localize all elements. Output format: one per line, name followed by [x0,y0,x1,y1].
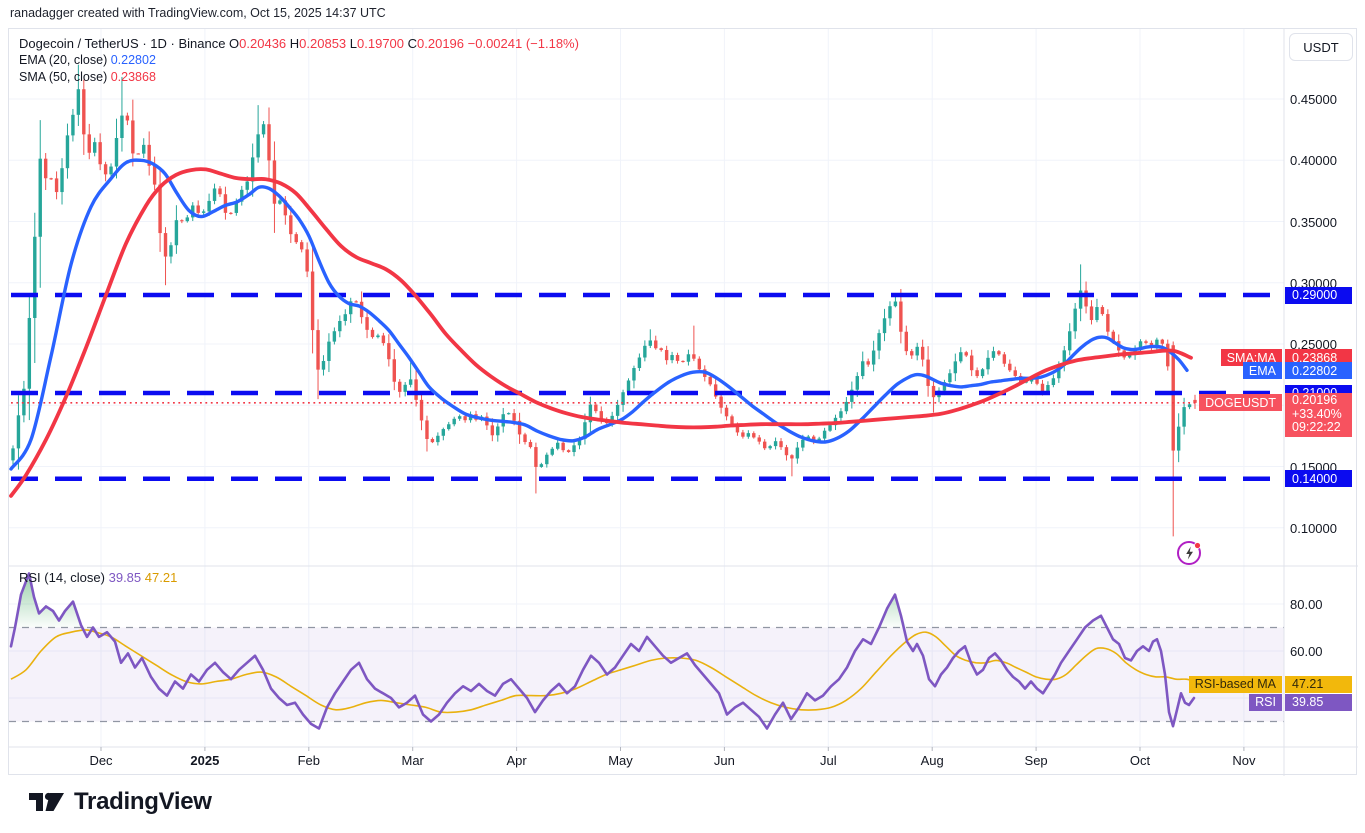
ema-legend-row[interactable]: EMA (20, close) 0.22802 [19,52,579,69]
ohlc-values: O0.20436 H0.20853 L0.19700 C0.20196 [229,36,464,51]
ohlc-value: 0.20436 [239,36,286,51]
price-tick-label: 0.10000 [1290,521,1337,536]
ema-axis-badge: 0.22802 [1285,362,1352,379]
ohlc-key: C [404,36,417,51]
tradingview-logo-text: TradingView [74,788,212,816]
ema-value: 0.22802 [111,53,156,67]
last-price-badge: 0.20196 +33.40% 09:22:22 [1285,393,1352,437]
month-label: Jun [714,753,735,768]
ema-axis-chip: EMA [1243,362,1282,379]
sma-legend-row[interactable]: SMA (50, close) 0.23868 [19,69,579,86]
rsi-value: 39.85 [109,570,142,585]
symbol-title: Dogecoin / TetherUS · 1D · Binance [19,36,225,51]
rsi-legend-row[interactable]: RSI (14, close) 39.85 47.21 [19,570,177,585]
ema-label: EMA (20, close) [19,53,107,67]
tradingview-logo-icon [28,786,65,818]
rsi-ma-value: 47.21 [145,570,178,585]
month-label: Nov [1232,753,1255,768]
rsi-tick-label: 80.00 [1290,597,1323,612]
month-label: Aug [921,753,944,768]
month-label: Dec [89,753,112,768]
sma-value: 0.23868 [111,70,156,84]
ohlc-value: 0.20853 [299,36,346,51]
ohlc-value: 0.20196 [417,36,464,51]
price-tick-label: 0.35000 [1290,215,1337,230]
page: ranadagger created with TradingView.com,… [0,0,1365,833]
symbol-legend-row[interactable]: Dogecoin / TetherUS · 1D · Binance O0.20… [19,35,579,52]
tradingview-logo[interactable]: TradingView [28,786,212,818]
level-badge-014: 0.14000 [1285,470,1352,487]
change-percent: +33.40% [1292,408,1352,422]
rsi-label: RSI (14, close) [19,570,105,585]
change-value: −0.00241 (−1.18%) [468,36,579,51]
month-label: May [608,753,633,768]
main-legend[interactable]: Dogecoin / TetherUS · 1D · Binance O0.20… [19,35,579,86]
rsi-ma-axis-chip: RSI-based MA [1189,676,1282,693]
month-label: Feb [298,753,320,768]
ohlc-key: L [346,36,357,51]
month-label: Mar [401,753,423,768]
level-badge-029: 0.29000 [1285,287,1352,304]
currency-toggle-button[interactable]: USDT [1289,33,1353,61]
chart-canvas[interactable] [9,29,1358,776]
rsi-ma-axis-badge: 47.21 [1285,676,1352,693]
chart-widget[interactable]: Dogecoin / TetherUS · 1D · Binance O0.20… [8,28,1357,775]
month-label: Sep [1025,753,1048,768]
ohlc-value: 0.19700 [357,36,404,51]
ohlc-key: H [286,36,299,51]
rsi-tick-label: 60.00 [1290,644,1323,659]
bar-countdown: 09:22:22 [1292,421,1352,435]
watermark-text: ranadagger created with TradingView.com,… [10,6,386,20]
month-label: Oct [1130,753,1150,768]
sma-label: SMA (50, close) [19,70,107,84]
month-label: 2025 [190,753,219,768]
price-tick-label: 0.45000 [1290,92,1337,107]
last-price-value: 0.20196 [1292,394,1352,408]
rsi-axis-chip: RSI [1249,694,1282,711]
price-tick-label: 0.40000 [1290,153,1337,168]
symbol-axis-chip: DOGEUSDT [1199,394,1282,411]
month-label: Apr [506,753,526,768]
ohlc-key: O [229,36,239,51]
month-label: Jul [820,753,837,768]
event-lightning-icon[interactable] [1176,539,1204,567]
rsi-axis-badge: 39.85 [1285,694,1352,711]
